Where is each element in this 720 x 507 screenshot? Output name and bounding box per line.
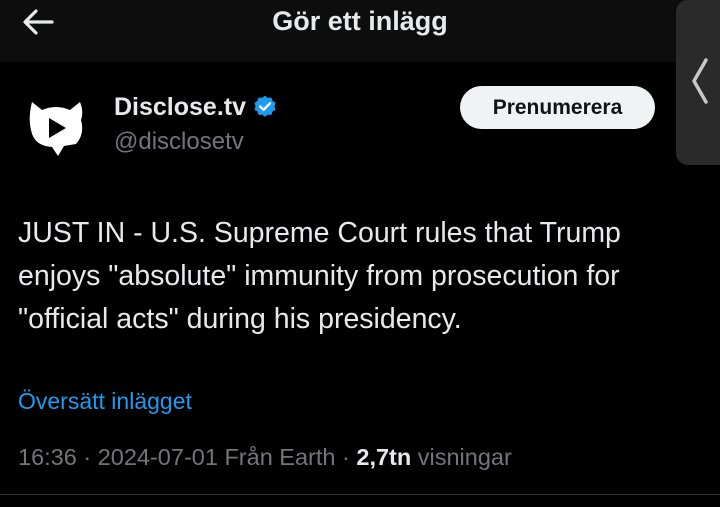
tweet-text: JUST IN - U.S. Supreme Court rules that … <box>18 217 621 335</box>
chevron-left-icon <box>692 58 708 104</box>
avatar[interactable] <box>22 90 90 158</box>
subscribe-button[interactable]: Prenumerera <box>460 86 655 129</box>
divider <box>0 494 720 495</box>
tweet-time[interactable]: 16:36 <box>18 444 77 470</box>
views-label: visningar <box>417 444 512 470</box>
tweet-date[interactable]: 2024-07-01 <box>98 444 218 470</box>
views-count[interactable]: 2,7tn <box>356 444 411 470</box>
disclose-logo-icon <box>29 102 83 156</box>
tweet-meta: 16:36 · 2024-07-01 Från Earth · 2,7tn vi… <box>18 441 512 473</box>
author-handle[interactable]: @disclosetv <box>114 127 244 157</box>
meta-separator: · <box>83 444 92 470</box>
translate-link[interactable]: Översätt inlägget <box>18 386 192 416</box>
page-title: Gör ett inlägg <box>272 6 448 36</box>
author-name[interactable]: Disclose.tv <box>114 92 246 122</box>
side-panel-handle[interactable] <box>676 0 720 165</box>
tweet-source: Från Earth <box>224 444 336 470</box>
top-bar: Gör ett inlägg <box>0 0 720 62</box>
verified-badge-icon <box>254 95 276 117</box>
author-name-row[interactable]: Disclose.tv <box>114 92 278 122</box>
meta-separator: · <box>342 444 350 470</box>
